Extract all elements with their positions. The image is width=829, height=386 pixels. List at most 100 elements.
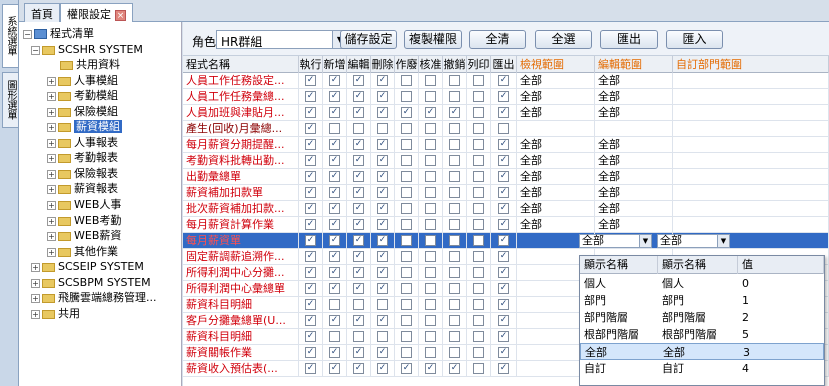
permission-checkbox[interactable]: ✓	[305, 267, 316, 278]
permission-checkbox[interactable]	[329, 299, 340, 310]
program-name-cell[interactable]: 人員加班與津貼月...	[183, 105, 299, 121]
permission-checkbox[interactable]	[401, 123, 412, 134]
expand-icon[interactable]: +	[47, 184, 56, 194]
header-revoke[interactable]: 撤銷	[443, 56, 467, 73]
permission-checkbox[interactable]	[401, 171, 412, 182]
tree-node[interactable]: + 飛騰雲端總務管理...	[31, 290, 157, 306]
permission-checkbox[interactable]: ✓	[377, 219, 388, 230]
table-row[interactable]: 人員加班與津貼月... ✓ ✓ ✓ ✓ ✓ ✓ ✓ ✓ 全部 全部	[183, 105, 829, 121]
view-scope-cell[interactable]: 全部	[517, 185, 595, 201]
permission-checkbox[interactable]	[353, 123, 364, 134]
permission-checkbox[interactable]	[449, 331, 460, 342]
permission-checkbox[interactable]: ✓	[377, 363, 388, 374]
tree-node[interactable]: + 考勤報表	[47, 150, 118, 166]
expand-icon[interactable]: +	[31, 309, 40, 319]
permission-checkbox[interactable]	[473, 187, 484, 198]
header-edit[interactable]: 編輯	[347, 56, 371, 73]
tree-node[interactable]: + 考勤模組	[47, 88, 118, 104]
tree-node[interactable]: + WEB薪資	[47, 228, 121, 244]
program-name-cell[interactable]: 所得利潤中心彙總單	[183, 281, 299, 297]
permission-checkbox[interactable]: ✓	[353, 251, 364, 262]
tree-node[interactable]: + 其他作業	[47, 244, 118, 260]
tree-node[interactable]: + 人事報表	[47, 135, 118, 151]
permission-checkbox[interactable]	[449, 139, 460, 150]
expand-icon[interactable]: +	[31, 262, 40, 272]
permission-checkbox[interactable]	[449, 267, 460, 278]
permission-checkbox[interactable]: ✓	[353, 283, 364, 294]
view-scope-cell[interactable]: 全部	[517, 201, 595, 217]
permission-checkbox[interactable]: ✓	[329, 283, 340, 294]
view-scope-cell[interactable]	[517, 121, 595, 137]
permission-checkbox[interactable]	[449, 203, 460, 214]
permission-checkbox[interactable]: ✓	[353, 107, 364, 118]
permission-checkbox[interactable]	[425, 155, 436, 166]
tree-node[interactable]: + SCSEIP SYSTEM	[31, 259, 144, 275]
permission-checkbox[interactable]: ✓	[353, 187, 364, 198]
edit-scope-cell[interactable]: 全部	[595, 89, 673, 105]
permission-checkbox[interactable]: ✓	[305, 251, 316, 262]
permission-checkbox[interactable]: ✓	[498, 171, 509, 182]
table-row[interactable]: 產生(回收)月彙總... ✓	[183, 121, 829, 137]
expand-icon[interactable]: +	[47, 247, 56, 257]
permission-checkbox[interactable]	[425, 219, 436, 230]
permission-checkbox[interactable]	[425, 267, 436, 278]
role-select[interactable]: HR群組 ▼	[216, 30, 348, 49]
dropdown-option[interactable]: 部門階層 部門階層 2	[580, 309, 824, 326]
permission-checkbox[interactable]	[449, 123, 460, 134]
program-name-cell[interactable]: 人員工作任務設定...	[183, 73, 299, 89]
permission-checkbox[interactable]	[377, 331, 388, 342]
permission-checkbox[interactable]	[329, 123, 340, 134]
permission-checkbox[interactable]	[425, 91, 436, 102]
header-custom-dept-scope[interactable]: 自訂部門範圍	[673, 56, 829, 73]
permission-checkbox[interactable]: ✓	[329, 315, 340, 326]
program-name-cell[interactable]: 每月薪資單	[183, 233, 299, 249]
permission-checkbox[interactable]: ✓	[449, 363, 460, 374]
dropdown-option[interactable]: 自訂 自訂 4	[580, 360, 824, 377]
header-edit-scope[interactable]: 編輯範圍	[595, 56, 673, 73]
view-scope-cell[interactable]: 全部	[517, 217, 595, 233]
tree-node[interactable]: + 薪資模組	[47, 119, 122, 135]
collapse-icon[interactable]: −	[31, 45, 40, 55]
edit-scope-cell[interactable]: 全部	[595, 105, 673, 121]
permission-checkbox[interactable]: ✓	[305, 187, 316, 198]
permission-checkbox[interactable]: ✓	[449, 107, 460, 118]
program-name-cell[interactable]: 產生(回收)月彙總...	[183, 121, 299, 137]
permission-checkbox[interactable]	[353, 299, 364, 310]
dropdown-option[interactable]: 個人 個人 0	[580, 275, 824, 292]
permission-checkbox[interactable]	[473, 251, 484, 262]
permission-checkbox[interactable]	[401, 315, 412, 326]
permission-checkbox[interactable]: ✓	[498, 139, 509, 150]
expand-icon[interactable]: +	[47, 76, 56, 86]
permission-checkbox[interactable]: ✓	[401, 107, 412, 118]
permission-checkbox[interactable]	[377, 123, 388, 134]
select-all-button[interactable]: 全選	[535, 30, 592, 49]
program-name-cell[interactable]: 批次薪資補加扣款...	[183, 201, 299, 217]
header-view-scope[interactable]: 檢視範圍	[517, 56, 595, 73]
permission-checkbox[interactable]: ✓	[305, 347, 316, 358]
edit-scope-cell[interactable]	[595, 121, 673, 137]
header-approve[interactable]: 核准	[419, 56, 443, 73]
permission-checkbox[interactable]: ✓	[329, 107, 340, 118]
program-name-cell[interactable]: 固定薪調薪追溯作...	[183, 249, 299, 265]
permission-checkbox[interactable]: ✓	[329, 75, 340, 86]
permission-checkbox[interactable]	[473, 107, 484, 118]
tab-permission-settings[interactable]: 權限設定 ×	[60, 3, 133, 22]
permission-checkbox[interactable]: ✓	[498, 315, 509, 326]
expand-icon[interactable]: +	[31, 278, 40, 288]
edit-scope-cell[interactable]: 全部	[595, 185, 673, 201]
permission-checkbox[interactable]	[473, 91, 484, 102]
permission-checkbox[interactable]: ✓	[425, 107, 436, 118]
permission-checkbox[interactable]: ✓	[329, 363, 340, 374]
close-icon[interactable]: ×	[115, 9, 126, 21]
permission-checkbox[interactable]: ✓	[353, 347, 364, 358]
permission-checkbox[interactable]	[425, 315, 436, 326]
table-row[interactable]: 每月薪資分期提醒... ✓ ✓ ✓ ✓ ✓ 全部 全部	[183, 137, 829, 153]
chevron-down-icon[interactable]: ▼	[717, 235, 729, 247]
table-row[interactable]: 批次薪資補加扣款... ✓ ✓ ✓ ✓ ✓ 全部 全部	[183, 201, 829, 217]
permission-checkbox[interactable]: ✓	[498, 283, 509, 294]
program-name-cell[interactable]: 所得利潤中心分攤...	[183, 265, 299, 281]
permission-checkbox[interactable]: ✓	[377, 235, 388, 246]
permission-checkbox[interactable]	[473, 171, 484, 182]
permission-checkbox[interactable]: ✓	[305, 171, 316, 182]
permission-checkbox[interactable]	[473, 123, 484, 134]
